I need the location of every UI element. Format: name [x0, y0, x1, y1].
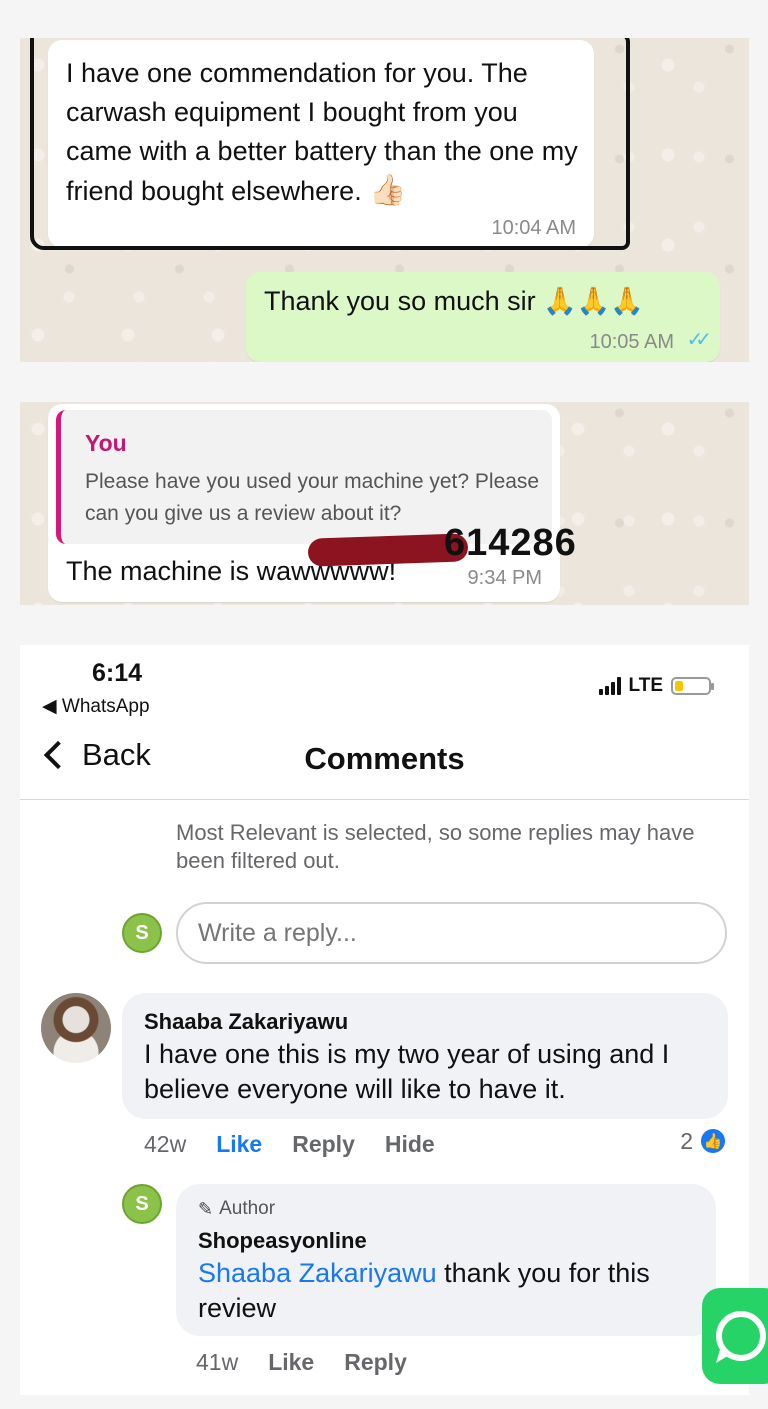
status-bar-indicators: LTE — [598, 675, 714, 697]
reply-author[interactable]: Shopeasyonline — [198, 1228, 367, 1254]
message-timestamp: 9:34 PM — [467, 567, 542, 589]
read-receipt-icon: ✓✓ — [686, 329, 711, 351]
whatsapp-chat-button[interactable] — [702, 1288, 768, 1384]
reply-input[interactable] — [176, 902, 727, 964]
reply-message-bubble[interactable]: You Please have you used your machine ye… — [48, 404, 576, 602]
message-timestamp: 10:05 AM — [589, 331, 674, 353]
signal-icon — [598, 677, 621, 695]
phone-number-overlay: 614286 — [444, 522, 577, 564]
whatsapp-icon — [716, 1311, 766, 1361]
reply-age: 41w — [196, 1349, 239, 1375]
comment-age: 42w — [144, 1131, 187, 1157]
like-button[interactable]: Like — [268, 1349, 314, 1376]
network-type: LTE — [628, 675, 663, 696]
filter-notice: Most Relevant is selected, so some repli… — [176, 820, 695, 873]
hide-button[interactable]: Hide — [385, 1131, 435, 1158]
header-divider — [20, 799, 749, 800]
facebook-comments-screenshot: 6:14 ◀ WhatsApp LTE Back Comments Most R… — [20, 645, 749, 1395]
back-to-app-link[interactable]: ◀ WhatsApp — [42, 695, 150, 718]
reply-bubble[interactable]: ✎ Author Shopeasyonline Shaaba Zakariyaw… — [176, 1184, 716, 1336]
outgoing-message-text: Thank you so much sir 🙏🙏🙏 — [264, 286, 644, 316]
comment-actions: 42w Like Reply Hide — [144, 1131, 435, 1158]
author-badge: ✎ Author — [198, 1198, 275, 1220]
reaction-summary[interactable]: 2 👍 — [680, 1127, 727, 1155]
outgoing-message-bubble[interactable]: Thank you so much sir 🙏🙏🙏 10:05 AM ✓✓ — [246, 272, 720, 362]
comment-text: I have one this is my two year of using … — [144, 1039, 670, 1104]
author-badge-label: Author — [219, 1198, 276, 1219]
status-bar-time: 6:14 — [92, 659, 143, 687]
pencil-icon: ✎ — [198, 1198, 214, 1219]
reaction-count: 2 — [680, 1127, 693, 1154]
avatar[interactable]: S — [122, 913, 162, 953]
reply-button[interactable]: Reply — [344, 1349, 407, 1376]
battery-icon — [671, 677, 714, 695]
thumbs-up-emoji: 👍🏻 — [369, 174, 407, 207]
message-timestamp: 10:04 AM — [491, 217, 576, 239]
comment-bubble[interactable]: Shaaba Zakariyawu I have one this is my … — [122, 993, 728, 1119]
reply-button[interactable]: Reply — [292, 1131, 355, 1158]
mention-link[interactable]: Shaaba Zakariyawu — [198, 1258, 437, 1288]
avatar[interactable]: S — [122, 1184, 162, 1224]
incoming-message-bubble[interactable]: I have one commendation for you. The car… — [48, 40, 594, 248]
quoted-author: You — [85, 430, 127, 456]
whatsapp-chat-screenshot-2: You Please have you used your machine ye… — [20, 402, 749, 605]
battery-level — [675, 681, 683, 691]
like-reaction-icon: 👍 — [699, 1127, 727, 1155]
page-title: Comments — [304, 741, 465, 776]
incoming-message-text: I have one commendation for you. The car… — [66, 58, 578, 207]
commenter-avatar[interactable] — [41, 993, 111, 1063]
like-button[interactable]: Like — [216, 1131, 262, 1158]
whatsapp-chat-screenshot-1: I have one commendation for you. The car… — [20, 38, 749, 362]
quoted-text: Please have you used your machine yet? P… — [85, 470, 540, 525]
reply-actions: 41w Like Reply — [196, 1349, 407, 1376]
comment-author[interactable]: Shaaba Zakariyawu — [144, 1009, 348, 1035]
reply-text: Shaaba Zakariyawu thank you for this rev… — [198, 1258, 650, 1323]
